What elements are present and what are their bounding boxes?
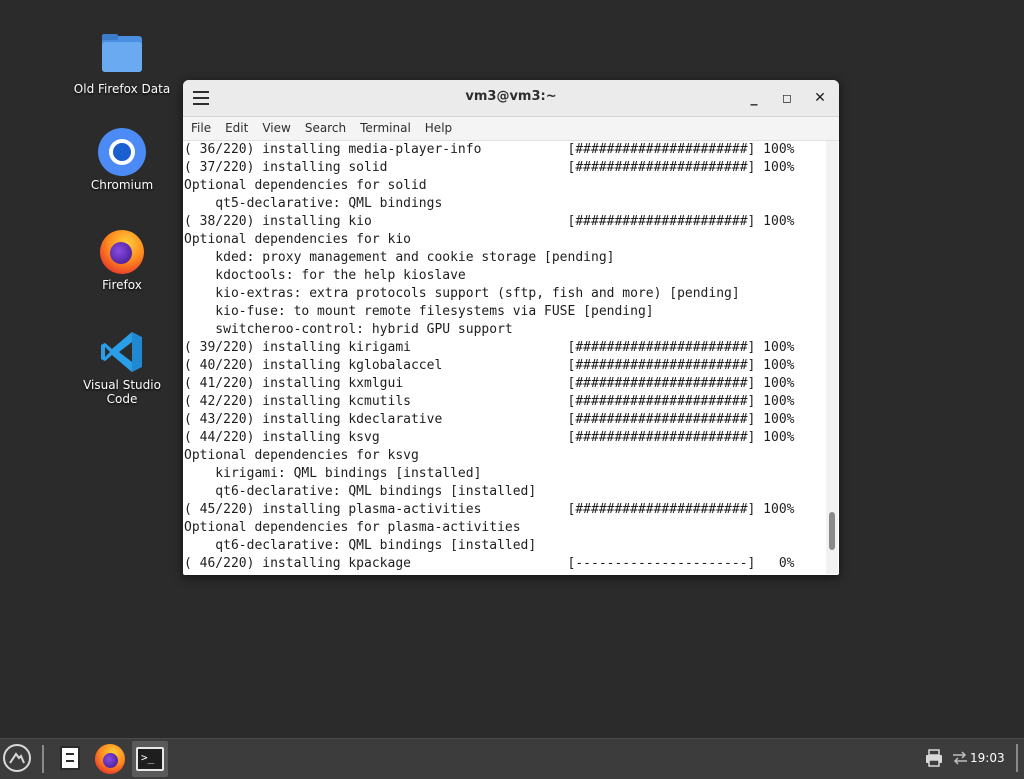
vscode-icon [98, 328, 146, 376]
menu-search[interactable]: Search [298, 117, 353, 139]
desktop-icon-label: Firefox [102, 278, 142, 292]
folder-icon [98, 32, 146, 80]
terminal-line: ( 40/220) installing kglobalaccel [#####… [184, 358, 795, 373]
firefox-icon [98, 228, 146, 276]
menu-edit[interactable]: Edit [218, 117, 255, 139]
terminal-line: ( 44/220) installing ksvg [#############… [184, 430, 795, 445]
taskbar: >_ 19:03 [0, 738, 1024, 779]
taskbar-separator [42, 745, 44, 773]
terminal-line: switcheroo-control: hybrid GPU support [184, 322, 513, 337]
terminal-line: Optional dependencies for solid [184, 178, 427, 193]
close-button[interactable]: ✕ [810, 88, 830, 108]
hamburger-menu-icon[interactable] [193, 91, 209, 105]
desktop-icon-vscode[interactable]: Visual Studio Code [67, 328, 177, 406]
terminal-line: qt6-declarative: QML bindings [installed… [184, 484, 537, 499]
terminal-line: qt6-declarative: QML bindings [installed… [184, 538, 537, 553]
taskbar-file-manager[interactable] [53, 741, 89, 777]
firefox-icon [95, 744, 125, 774]
desktop-icon-label: Old Firefox Data [73, 82, 171, 96]
network-icon[interactable] [950, 748, 970, 768]
scrollbar-thumb[interactable] [829, 512, 835, 550]
terminal-line: ( 41/220) installing kxmlgui [##########… [184, 376, 795, 391]
desktop: Old Firefox Data Chromium Firefox Visual… [0, 0, 1024, 738]
terminal-line: kdoctools: for the help kioslave [184, 268, 466, 283]
terminal-line: ( 36/220) installing media-player-info [… [184, 142, 795, 157]
menu-view[interactable]: View [255, 117, 297, 139]
vertical-scrollbar[interactable] [826, 141, 838, 574]
terminal-line: ( 46/220) installing kpackage [---------… [184, 556, 795, 571]
terminal-line: ( 39/220) installing kirigami [#########… [184, 340, 795, 355]
terminal-line: kded: proxy management and cookie storag… [184, 250, 615, 265]
terminal-line: Optional dependencies for ksvg [184, 448, 419, 463]
terminal-line: ( 43/220) installing kdeclarative [#####… [184, 412, 795, 427]
terminal-line: kirigami: QML bindings [installed] [184, 466, 482, 481]
terminal-icon: >_ [136, 747, 164, 771]
desktop-icon-old-firefox-data[interactable]: Old Firefox Data [67, 32, 177, 96]
start-menu-icon[interactable] [3, 744, 31, 772]
terminal-line: Optional dependencies for kio [184, 232, 411, 247]
menu-bar: File Edit View Search Terminal Help [183, 117, 839, 141]
desktop-icon-chromium[interactable]: Chromium [67, 128, 177, 192]
terminal-line: Optional dependencies for plasma-activit… [184, 520, 521, 535]
terminal-line: ( 38/220) installing kio [##############… [184, 214, 795, 229]
taskbar-firefox[interactable] [92, 741, 128, 777]
terminal-line: ( 37/220) installing solid [############… [184, 160, 795, 175]
taskbar-terminal[interactable]: >_ [132, 741, 168, 777]
title-bar[interactable]: vm3@vm3:~ _ ◻ ✕ [183, 80, 839, 117]
window-title: vm3@vm3:~ [465, 89, 557, 104]
maximize-button[interactable]: ◻ [777, 88, 797, 108]
terminal-line: qt5-declarative: QML bindings [184, 196, 443, 211]
terminal-window: vm3@vm3:~ _ ◻ ✕ File Edit View Search Termin… [183, 80, 839, 575]
desktop-icon-label: Chromium [90, 178, 154, 192]
terminal-line: ( 45/220) installing plasma-activities [… [184, 502, 795, 517]
desktop-icon-firefox[interactable]: Firefox [67, 228, 177, 292]
chromium-icon [98, 128, 146, 176]
file-manager-icon [60, 746, 80, 770]
terminal-line: ( 42/220) installing kcmutils [#########… [184, 394, 795, 409]
desktop-icon-label: Visual Studio Code [83, 378, 161, 406]
printer-icon[interactable] [924, 748, 944, 768]
menu-help[interactable]: Help [418, 117, 459, 139]
terminal-line: kio-fuse: to mount remote filesystems vi… [184, 304, 654, 319]
terminal-line: kio-extras: extra protocols support (sft… [184, 286, 740, 301]
minimize-button[interactable]: _ [744, 88, 764, 108]
menu-terminal[interactable]: Terminal [353, 117, 418, 139]
clock[interactable]: 19:03 [970, 739, 1005, 779]
menu-file[interactable]: File [183, 117, 218, 139]
show-desktop-edge[interactable] [1016, 744, 1018, 772]
terminal-output[interactable]: ( 36/220) installing media-player-info [… [184, 141, 824, 574]
